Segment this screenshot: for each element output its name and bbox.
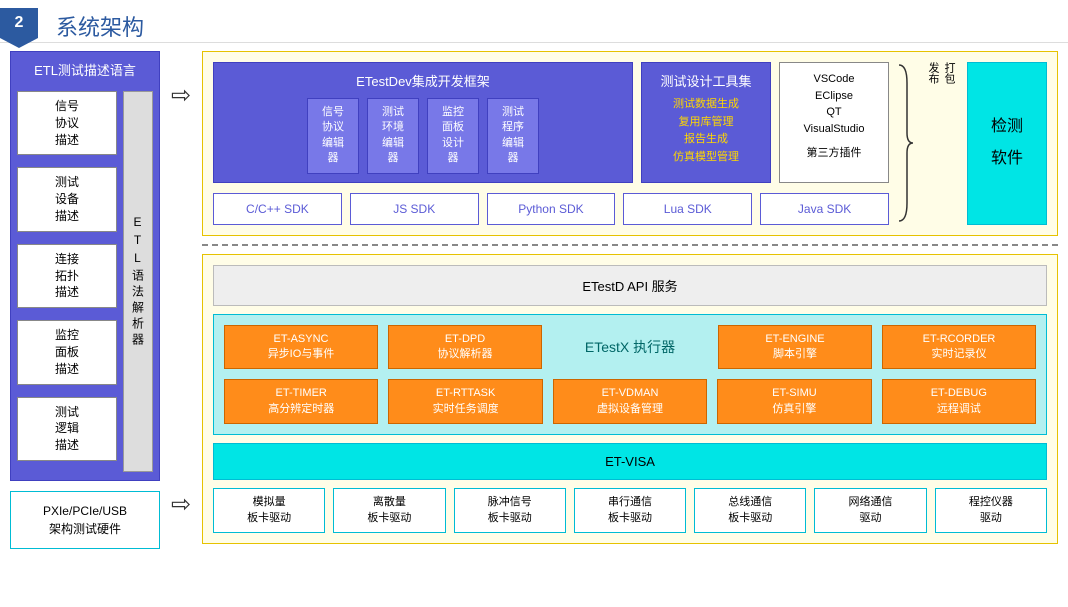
exec-exec-r1-1: ET-DPD协议解析器 <box>388 325 542 370</box>
executor-label: ETestX 执行器 <box>552 325 708 370</box>
et-visa-bar: ET-VISA <box>213 443 1047 480</box>
exec-exec-r2-2: ET-VDMAN虚拟设备管理 <box>553 379 707 424</box>
third-party-plugin: 第三方插件 <box>788 145 880 162</box>
tool-item-1: 复用库管理 <box>650 114 762 132</box>
exec-exec-r2-1: ET-RTTASK实时任务调度 <box>388 379 542 424</box>
ide-line-3: VisualStudio <box>788 121 880 138</box>
section-number-badge: 2 <box>0 8 38 38</box>
dev-item-3: 测试程序编辑器 <box>487 98 539 174</box>
hardware-box: PXIe/PCIe/USB架构测试硬件 <box>10 491 160 549</box>
page-title: 系统架构 <box>56 8 144 42</box>
exec-exec-r2-0: ET-TIMER高分辨定时器 <box>224 379 378 424</box>
exec-exec-r2-4: ET-DEBUG远程调试 <box>882 379 1036 424</box>
executor-box: ET-ASYNC异步IO与事件ET-DPD协议解析器ETestX 执行器ET-E… <box>213 314 1047 436</box>
sdk-2: Python SDK <box>487 193 616 225</box>
toolset-title: 测试设计工具集 <box>650 71 762 90</box>
detect-software-box: 检测 软件 <box>967 62 1047 225</box>
bracket-icon <box>897 62 915 225</box>
detect-line1: 检测 <box>991 111 1023 143</box>
etl-item-0: 信号协议描述 <box>17 91 117 155</box>
ide-box: VSCodeEClipseQTVisualStudio 第三方插件 <box>779 62 889 183</box>
ide-line-1: EClipse <box>788 88 880 105</box>
driver-3: 串行通信板卡驱动 <box>574 488 686 533</box>
etl-item-2: 连接拓扑描述 <box>17 244 117 308</box>
etl-box: ETL测试描述语言 信号协议描述测试设备描述连接拓扑描述监控面板描述测试逻辑描述… <box>10 51 160 481</box>
toolset-box: 测试设计工具集 测试数据生成复用库管理报告生成仿真模型管理 <box>641 62 771 183</box>
diagram-main: ETL测试描述语言 信号协议描述测试设备描述连接拓扑描述监控面板描述测试逻辑描述… <box>0 51 1068 549</box>
driver-4: 总线通信板卡驱动 <box>694 488 806 533</box>
dev-title: ETestDev集成开发框架 <box>222 71 624 90</box>
dashed-divider <box>202 244 1058 246</box>
etl-item-3: 监控面板描述 <box>17 320 117 384</box>
ide-line-2: QT <box>788 104 880 121</box>
dev-framework-box: ETestDev集成开发框架 信号协议编辑器测试环境编辑器监控面板设计器测试程序… <box>213 62 633 183</box>
bottom-section: ETestD API 服务 ET-ASYNC异步IO与事件ET-DPD协议解析器… <box>202 254 1058 544</box>
dev-item-1: 测试环境编辑器 <box>367 98 419 174</box>
top-section: ETestDev集成开发框架 信号协议编辑器测试环境编辑器监控面板设计器测试程序… <box>202 51 1058 236</box>
driver-1: 离散量板卡驱动 <box>333 488 445 533</box>
arrow-right-icon: ⇨ <box>171 81 191 110</box>
etl-item-1: 测试设备描述 <box>17 167 117 231</box>
tool-item-3: 仿真模型管理 <box>650 149 762 167</box>
exec-exec-r2-3: ET-SIMU仿真引擎 <box>717 379 871 424</box>
etl-parser: ETL语法解析器 <box>123 91 153 472</box>
sdk-3: Lua SDK <box>623 193 752 225</box>
api-service-bar: ETestD API 服务 <box>213 265 1047 306</box>
exec-exec-r1-0: ET-ASYNC异步IO与事件 <box>224 325 378 370</box>
driver-2: 脉冲信号板卡驱动 <box>454 488 566 533</box>
tool-item-2: 报告生成 <box>650 131 762 149</box>
detect-line2: 软件 <box>991 143 1023 175</box>
sdk-0: C/C++ SDK <box>213 193 342 225</box>
driver-0: 模拟量板卡驱动 <box>213 488 325 533</box>
arrow-right-icon: ⇨ <box>171 490 191 519</box>
sdk-4: Java SDK <box>760 193 889 225</box>
etl-item-4: 测试逻辑描述 <box>17 397 117 461</box>
ide-line-0: VSCode <box>788 71 880 88</box>
dev-item-0: 信号协议编辑器 <box>307 98 359 174</box>
driver-6: 程控仪器驱动 <box>935 488 1047 533</box>
sdk-1: JS SDK <box>350 193 479 225</box>
etl-title: ETL测试描述语言 <box>17 60 153 79</box>
header: 2 系统架构 <box>0 0 1068 43</box>
publish-label: 打包发布 <box>925 62 957 225</box>
driver-5: 网络通信驱动 <box>814 488 926 533</box>
exec-exec-r1-3: ET-ENGINE脚本引擎 <box>718 325 872 370</box>
exec-exec-r1-4: ET-RCORDER实时记录仪 <box>882 325 1036 370</box>
dev-item-2: 监控面板设计器 <box>427 98 479 174</box>
tool-item-0: 测试数据生成 <box>650 96 762 114</box>
